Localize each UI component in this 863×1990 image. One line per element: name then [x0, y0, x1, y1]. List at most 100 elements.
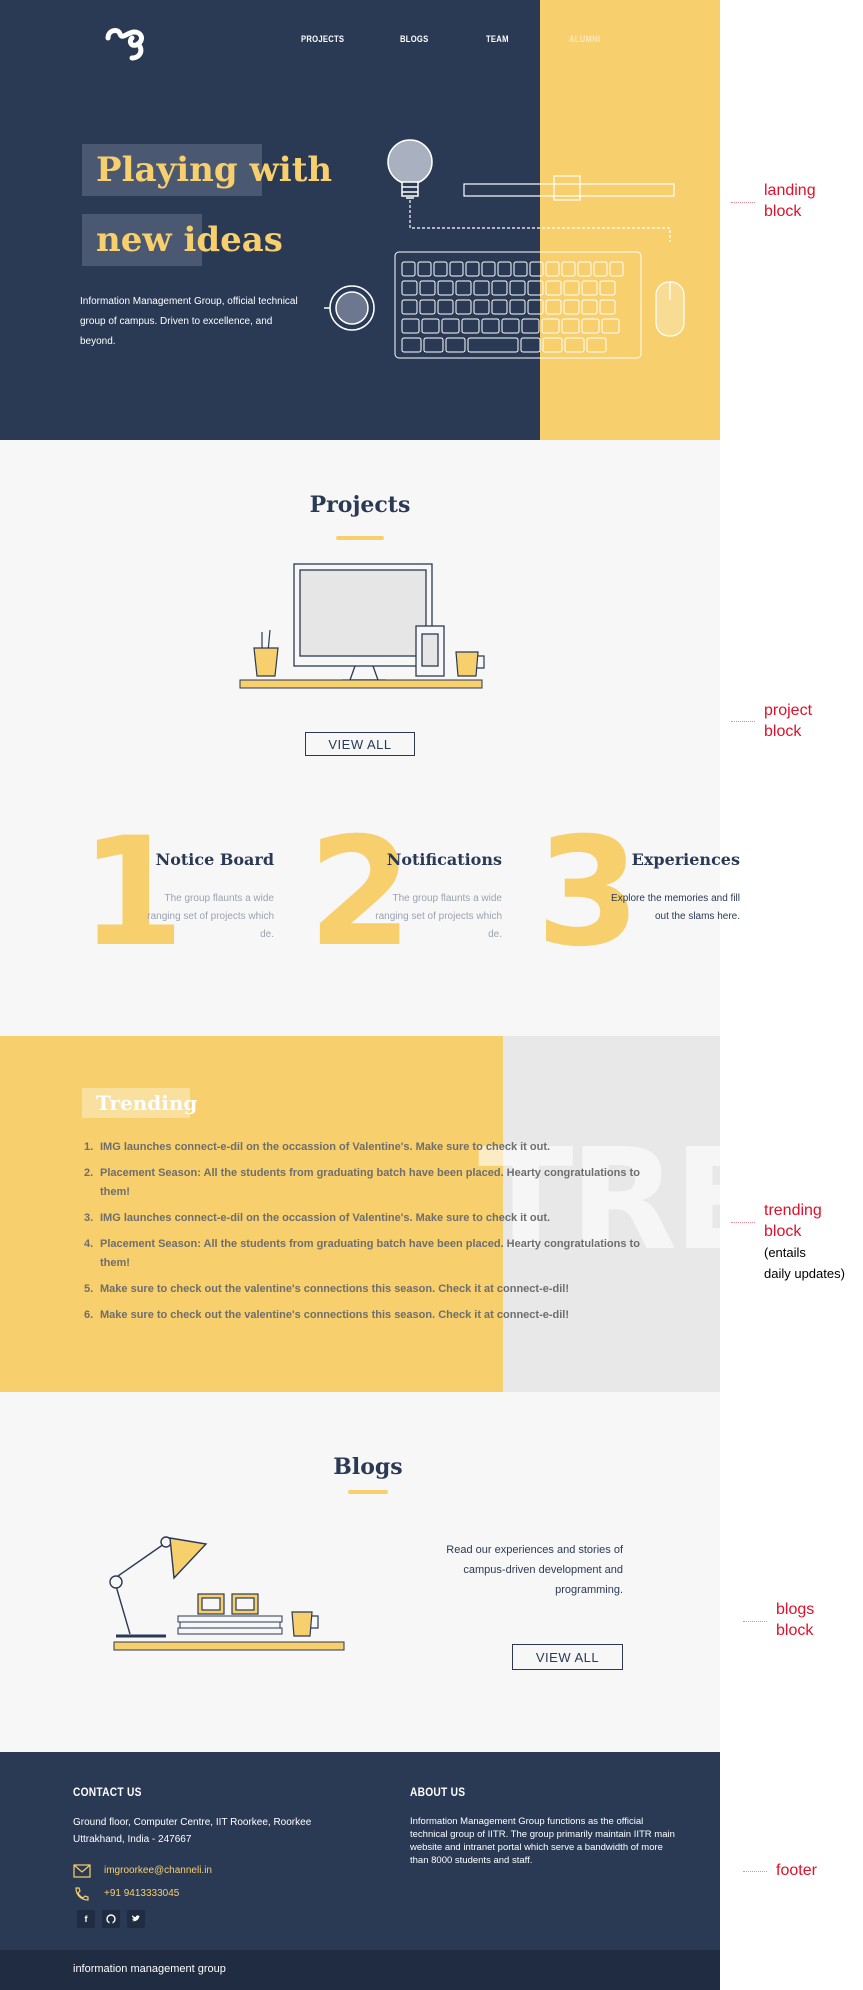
keyboard-key [441, 318, 460, 334]
keyboard-key [473, 280, 490, 296]
keyboard-key [497, 261, 512, 277]
keyboard-key [401, 261, 416, 277]
keyboard-key [593, 261, 608, 277]
keyboard-key [577, 261, 592, 277]
keyboard-key [599, 299, 616, 315]
study-desk-illustration [109, 1536, 345, 1651]
coffee-cup-icon [324, 285, 375, 331]
keyboard-key [564, 337, 585, 353]
footer: CONTACT US Ground floor, Computer Centre… [0, 1752, 720, 1950]
annotation-dotted-line [731, 721, 755, 722]
desk-surface [239, 679, 483, 689]
keyboard-key [421, 318, 440, 334]
email-value: imgroorkee@channeli.in [104, 1865, 212, 1876]
hero-title-line-1: Playing with [82, 144, 332, 196]
keyboard-key [449, 261, 464, 277]
keyboard-key [545, 280, 562, 296]
blogs-title: Blogs [333, 1454, 403, 1480]
keyboard-key [455, 280, 472, 296]
hero-title-text-2: new ideas [96, 220, 283, 260]
keyboard-key [586, 337, 607, 353]
keyboard-key [509, 299, 526, 315]
keyboard-key [609, 261, 624, 277]
trending-item[interactable]: 2. Placement Season: All the students fro… [84, 1164, 644, 1202]
lightbulb-icon [387, 139, 433, 199]
about-us-heading: ABOUT US [410, 1785, 466, 1799]
desk-surface [113, 1641, 345, 1651]
keyboard-key [545, 299, 562, 315]
annotation-dotted-line [743, 1871, 767, 1872]
mug-icon [291, 1611, 319, 1637]
trending-section: TREI Trending 1.IMG launches connect-e-d… [0, 1036, 720, 1392]
feature-title: Notice Board [155, 850, 274, 869]
keyboard-key [445, 337, 466, 353]
keyboard-key [491, 280, 508, 296]
desk-setup-illustration [324, 139, 685, 359]
trending-item[interactable]: 6. Make sure to check out the valentine's… [84, 1306, 644, 1325]
annotation-trending: trending block [764, 1202, 822, 1240]
keyboard-key [581, 299, 598, 315]
hero-title-text-1: Playing with [96, 150, 333, 190]
annotation-dotted-line [743, 1621, 767, 1622]
keyboard-key [541, 318, 560, 334]
feature-description: The group flaunts a wide ranging set of … [147, 893, 274, 940]
keyboard-key [473, 299, 490, 315]
keyboard-key [437, 299, 454, 315]
blogs-section: Blogs Read our experiences and stories o… [0, 1392, 720, 1752]
contact-us-heading: CONTACT US [73, 1785, 142, 1799]
footer-bottom-bar: information management group [0, 1950, 720, 1990]
projects-view-all-button[interactable]: VIEW ALL [305, 732, 415, 756]
book-stack-icon [177, 1615, 283, 1635]
mail-icon [73, 1864, 91, 1878]
keyboard-key [520, 337, 541, 353]
nav-alumni[interactable]: ALUMNI [569, 34, 600, 44]
computer-desk-illustration [239, 563, 485, 689]
feature-experiences[interactable]: 3 Experiences Explore the memories and f… [536, 818, 740, 968]
facebook-icon[interactable]: f [77, 1910, 95, 1928]
keyboard-key [481, 261, 496, 277]
feature-notice-board[interactable]: 1 Notice Board The group flaunts a wide … [80, 818, 280, 968]
keyboard-key [501, 318, 520, 334]
nav-team[interactable]: TEAM [486, 34, 509, 44]
feature-notifications[interactable]: 2 Notifications The group flaunts a wide… [308, 818, 508, 968]
annotation-trending-sub: (entails daily updates) [764, 1245, 845, 1281]
keyboard-key [601, 318, 620, 334]
keyboard-key [513, 261, 528, 277]
keyboard-key [401, 280, 418, 296]
trending-item[interactable]: 4. Placement Season: All the students fro… [84, 1235, 644, 1273]
blogs-title-underline [348, 1490, 388, 1494]
blogs-view-all-button[interactable]: VIEW ALL [512, 1644, 623, 1670]
phone-value: +91 9413333045 [104, 1888, 180, 1899]
footer-bottom-text: information management group [73, 1963, 226, 1975]
keyboard-icon [394, 251, 642, 359]
github-icon[interactable] [102, 1910, 120, 1928]
keyboard-key [561, 318, 580, 334]
trending-title-text: Trending [96, 1091, 198, 1115]
projects-title: Projects [309, 492, 411, 518]
feature-title: Experiences [631, 850, 740, 869]
annotation-landing: landing block [764, 182, 816, 220]
twitter-icon[interactable] [127, 1910, 145, 1928]
trending-list: 1. IMG launches connect-e-dil on the occa… [84, 1138, 644, 1332]
keyboard-key [491, 299, 508, 315]
keyboard-key [521, 318, 540, 334]
trending-item[interactable]: 3. IMG launches connect-e-dil on the occa… [84, 1209, 644, 1228]
keyboard-key [599, 280, 616, 296]
blogs-description: Read our experiences and stories of camp… [446, 1544, 623, 1596]
keyboard-key [581, 318, 600, 334]
trending-item[interactable]: 5. Make sure to check out the valentine's… [84, 1280, 644, 1299]
annotation-dotted-line [731, 202, 755, 203]
page: PROJECTS BLOGS TEAM ALUMNI Playing with … [0, 0, 863, 1990]
keyboard-key [401, 337, 422, 353]
pencil-holder-icon [253, 629, 279, 677]
nav-blogs[interactable]: BLOGS [400, 34, 428, 44]
nav-projects[interactable]: PROJECTS [301, 34, 344, 44]
projects-title-underline [336, 536, 384, 540]
feature-description: Explore the memories and fill out the sl… [611, 893, 740, 922]
annotation-blogs: blogs block [776, 1601, 815, 1639]
keyboard-key [542, 337, 563, 353]
site-mockup: PROJECTS BLOGS TEAM ALUMNI Playing with … [0, 0, 740, 1990]
trending-item[interactable]: 1. IMG launches connect-e-dil on the occa… [84, 1138, 644, 1157]
monitor-icon [293, 563, 433, 681]
keyboard-key [545, 261, 560, 277]
